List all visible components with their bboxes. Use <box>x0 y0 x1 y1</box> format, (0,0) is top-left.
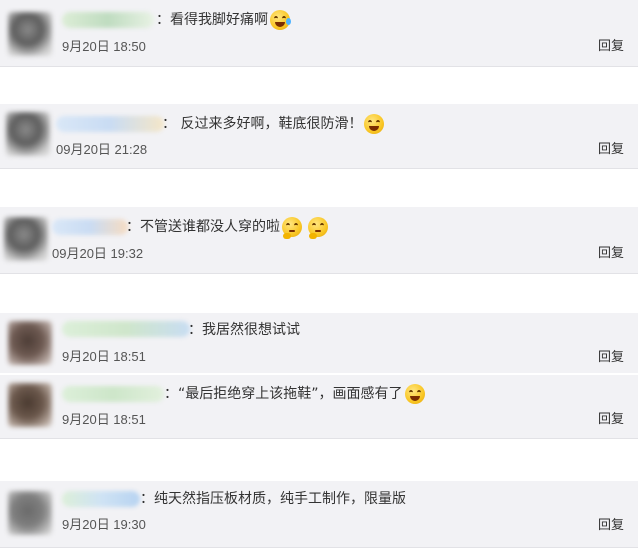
comment-text: ：看得我脚好痛啊 <box>156 10 291 30</box>
cry-laugh-emoji-icon <box>270 10 291 30</box>
timestamp: 09月20日 21:28 <box>56 142 148 157</box>
laugh-emoji-icon <box>364 114 385 134</box>
reply-button[interactable]: 回复 <box>598 245 624 263</box>
avatar[interactable] <box>8 321 52 365</box>
comment-card: ：我居然很想试试 9月20日 18:51 回复 <box>0 313 638 373</box>
laugh-emoji-icon <box>404 384 425 404</box>
comment-text: ：我居然很想试试 <box>188 322 300 338</box>
avatar[interactable] <box>8 12 52 56</box>
timestamp: 9月20日 18:51 <box>62 412 146 427</box>
username[interactable] <box>52 219 128 235</box>
comment-card: ：“最后拒绝穿上该拖鞋”，画面感有了 9月20日 18:51 回复 <box>0 375 638 439</box>
username[interactable] <box>56 116 164 132</box>
comment-text: ：不管送谁都没人穿的啦 <box>126 217 328 239</box>
username[interactable] <box>62 12 154 28</box>
timestamp: 9月20日 19:30 <box>62 517 146 532</box>
username[interactable] <box>62 386 164 402</box>
reply-button[interactable]: 回复 <box>598 517 624 535</box>
reply-button[interactable]: 回复 <box>598 349 624 367</box>
reply-button[interactable]: 回复 <box>598 411 624 429</box>
avatar[interactable] <box>4 217 48 261</box>
timestamp: 9月20日 18:51 <box>62 349 146 364</box>
username[interactable] <box>62 321 190 337</box>
username[interactable] <box>62 491 140 507</box>
thinking-emoji-icon <box>308 217 328 239</box>
comment-text: ：“最后拒绝穿上该拖鞋”，画面感有了 <box>164 384 425 404</box>
comment-card: ：纯天然指压板材质，纯手工制作，限量版 9月20日 19:30 回复 <box>0 481 638 548</box>
comment-card: ：不管送谁都没人穿的啦 09月20日 19:32 回复 <box>0 207 638 274</box>
reply-button[interactable]: 回复 <box>598 141 624 159</box>
comment-card: ： 反过来多好啊，鞋底很防滑！ 09月20日 21:28 回复 <box>0 104 638 169</box>
avatar[interactable] <box>8 491 52 535</box>
avatar[interactable] <box>6 112 50 156</box>
comment-card: ：看得我脚好痛啊 9月20日 18:50 回复 <box>0 0 638 67</box>
timestamp: 9月20日 18:50 <box>62 39 146 54</box>
thinking-emoji-icon <box>282 217 302 239</box>
avatar[interactable] <box>8 383 52 427</box>
comment-text: ：纯天然指压板材质，纯手工制作，限量版 <box>140 491 406 507</box>
reply-button[interactable]: 回复 <box>598 38 624 56</box>
timestamp: 09月20日 19:32 <box>52 246 144 261</box>
comment-text: ： 反过来多好啊，鞋底很防滑！ <box>162 114 385 134</box>
